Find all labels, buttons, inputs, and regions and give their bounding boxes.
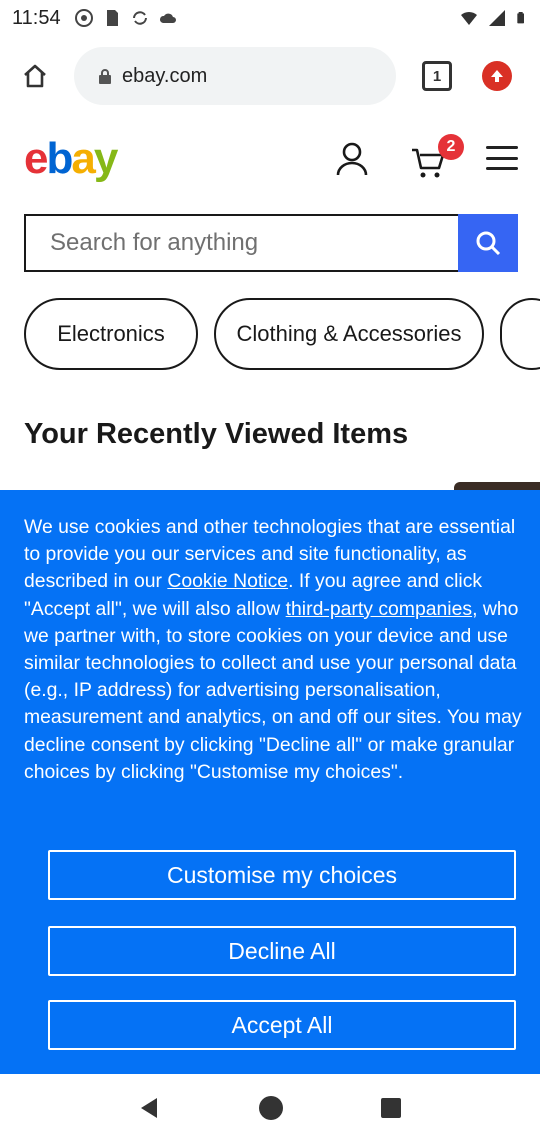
logo-letter-a: a [71,134,96,183]
notification-icons [74,9,177,27]
tab-switcher-button[interactable]: 1 [422,61,452,91]
ebay-header: ebay 2 [0,116,540,206]
home-button[interactable] [12,53,58,99]
logo-letter-e: e [24,134,49,183]
customise-choices-button[interactable]: Customise my choices [48,850,516,900]
home-nav-icon[interactable] [256,1093,286,1123]
status-time: 11:54 [12,6,61,29]
status-bar: 11:54 [0,0,540,36]
third-party-link[interactable]: third-party companies [286,598,472,620]
system-icons [460,9,528,27]
account-icon[interactable] [336,142,368,176]
system-nav-bar [0,1076,540,1140]
cookie-text: We use cookies and other technologies th… [24,514,524,786]
cookie-notice-link[interactable]: Cookie Notice [167,570,288,592]
search-bar [24,214,518,272]
logo-letter-b: b [46,134,73,183]
recently-viewed-title: Your Recently Viewed Items [24,418,409,450]
search-input[interactable] [24,214,458,272]
cookie-banner: We use cookies and other technologies th… [0,490,540,1074]
accept-all-button[interactable]: Accept All [48,1000,516,1050]
cart-button[interactable]: 2 [410,134,464,178]
recents-icon[interactable] [379,1096,403,1120]
decline-all-button[interactable]: Decline All [48,926,516,976]
category-chip-electronics[interactable]: Electronics [24,298,198,370]
search-icon [476,231,501,256]
lock-icon [99,69,111,84]
category-chip-clothing[interactable]: Clothing & Accessories [214,298,484,370]
back-icon[interactable] [137,1095,163,1121]
menu-line [486,146,518,149]
category-chips: Electronics Clothing & Accessories [24,298,540,370]
web-page: ebay 2 Electronics Clothing & Accessorie… [0,116,540,1076]
arrow-up-icon [491,70,503,82]
category-chip-partial[interactable] [500,298,540,370]
cart-count-badge: 2 [438,134,464,160]
menu-line [486,156,518,160]
ebay-logo[interactable]: ebay [24,134,119,184]
battery-icon [517,12,524,24]
sd-card-icon [106,10,118,26]
home-icon [24,64,46,88]
signal-icon [489,10,505,26]
address-bar[interactable]: ebay.com [74,47,396,105]
menu-line [486,167,518,170]
search-button[interactable] [458,214,518,272]
cloud-icon [159,13,176,23]
update-button[interactable] [482,61,512,91]
media-icon [74,9,93,27]
sync-icon [132,11,147,25]
tab-count: 1 [432,67,442,85]
menu-button[interactable] [486,146,518,170]
browser-toolbar: ebay.com 1 [0,36,540,116]
logo-letter-y: y [93,134,119,183]
url-text: ebay.com [122,64,208,87]
wifi-icon [461,11,477,25]
cookie-text-part: , who we partner with, to store cookies … [24,597,522,783]
